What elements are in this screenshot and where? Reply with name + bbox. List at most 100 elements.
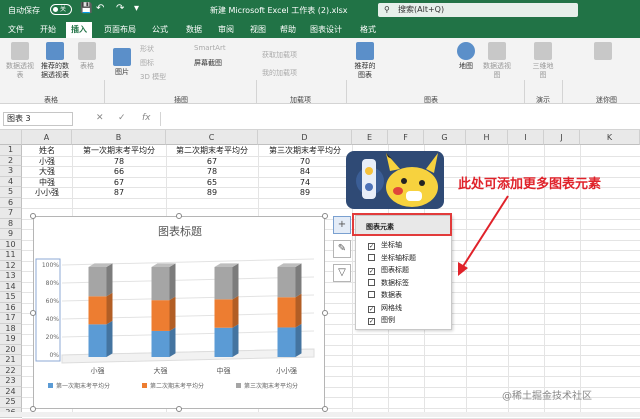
shapes-button[interactable]: 形状 [140, 44, 154, 54]
row-header-6[interactable]: 6 [0, 197, 22, 208]
column-header-d[interactable]: D [258, 130, 352, 145]
chart-styles-button[interactable]: ✎ [333, 240, 351, 258]
save-icon[interactable]: 💾 [80, 3, 92, 14]
dropdown-icon[interactable]: ▾ [134, 3, 139, 14]
tab-insert[interactable]: 插入 [66, 22, 92, 38]
header-cell[interactable]: 第二次期末考平均分 [166, 145, 258, 156]
chart-element-option[interactable]: ✓ 网格线 [368, 303, 402, 313]
row-header-17[interactable]: 17 [0, 313, 22, 324]
picture-button[interactable]: 图片 [110, 48, 134, 77]
chart-filters-button[interactable]: ▽ [333, 264, 351, 282]
row-header-3[interactable]: 3 [0, 166, 22, 177]
data-cell[interactable]: 66 [72, 166, 166, 177]
chart-element-option[interactable]: 数据表 [368, 290, 402, 300]
data-cell[interactable]: 78 [166, 166, 258, 177]
column-header-h[interactable]: H [466, 130, 508, 145]
column-header-f[interactable]: F [388, 130, 424, 145]
data-cell[interactable]: 84 [258, 166, 352, 177]
checkbox-checked-icon[interactable]: ✓ [368, 305, 375, 313]
tab-file[interactable]: 文件 [8, 24, 24, 35]
select-all-corner[interactable] [0, 130, 22, 145]
checkbox-checked-icon[interactable]: ✓ [368, 318, 375, 325]
tab-format[interactable]: 格式 [360, 24, 376, 35]
redo-icon[interactable]: ↷ [116, 3, 124, 14]
tab-data[interactable]: 数据 [186, 24, 202, 35]
my-addins-button[interactable]: 我的加载项 [262, 68, 297, 78]
column-header-e[interactable]: E [352, 130, 388, 145]
formula-input[interactable] [160, 112, 638, 126]
column-header-g[interactable]: G [424, 130, 466, 145]
tab-view[interactable]: 视图 [250, 24, 266, 35]
column-header-i[interactable]: I [508, 130, 544, 145]
checkbox-icon[interactable] [368, 253, 375, 261]
checkbox-checked-icon[interactable]: ✓ [368, 268, 375, 275]
data-cell[interactable]: 大强 [22, 166, 72, 177]
row-header-2[interactable]: 2 [0, 155, 22, 166]
map-button[interactable]: 地图 [454, 42, 478, 71]
row-header-10[interactable]: 10 [0, 239, 22, 250]
data-cell[interactable]: 89 [258, 187, 352, 198]
3d-models-button[interactable]: 3D 模型 [140, 72, 166, 82]
undo-icon[interactable]: ↶ [96, 3, 104, 14]
data-cell[interactable]: 67 [72, 177, 166, 188]
column-header-c[interactable]: C [166, 130, 258, 145]
chart-object[interactable]: 图表标题 0% 20% 40% 60% 80% 100% 小强 大强 中强 小小强 第一次期末考平均… [33, 216, 325, 409]
data-cell[interactable]: 67 [166, 156, 258, 167]
row-header-1[interactable]: 1 [0, 145, 22, 156]
row-header-5[interactable]: 5 [0, 187, 22, 198]
column-header-k[interactable]: K [580, 130, 640, 145]
tab-help[interactable]: 帮助 [280, 24, 296, 35]
autosave-toggle[interactable]: 关 [50, 4, 72, 15]
row-header-16[interactable]: 16 [0, 302, 22, 313]
smartart-button[interactable]: SmartArt [194, 44, 226, 52]
chart-elements-button[interactable]: + [333, 216, 351, 234]
row-header-18[interactable]: 18 [0, 323, 22, 334]
column-header-a[interactable]: A [22, 130, 72, 145]
row-header-20[interactable]: 20 [0, 344, 22, 355]
row-header-9[interactable]: 9 [0, 229, 22, 240]
chart-element-option[interactable]: ✓ 图例 [368, 315, 395, 325]
row-header-4[interactable]: 4 [0, 176, 22, 187]
row-header-11[interactable]: 11 [0, 250, 22, 261]
row-header-19[interactable]: 19 [0, 334, 22, 345]
checkbox-icon[interactable] [368, 278, 375, 286]
resize-handle[interactable] [322, 213, 328, 219]
tab-chart-design[interactable]: 图表设计 [310, 24, 342, 35]
data-cell[interactable]: 70 [258, 156, 352, 167]
checkbox-checked-icon[interactable]: ✓ [368, 243, 375, 250]
chart-element-option[interactable]: ✓ 图表标题 [368, 265, 409, 275]
row-header-15[interactable]: 15 [0, 292, 22, 303]
row-header-7[interactable]: 7 [0, 208, 22, 219]
name-box[interactable]: 图表 3 [3, 112, 73, 126]
chart-element-option[interactable]: ✓ 坐标轴 [368, 240, 402, 250]
chart-element-option[interactable]: 坐标轴标题 [368, 253, 416, 263]
row-header-22[interactable]: 22 [0, 365, 22, 376]
3d-map-button[interactable]: 三维地图 [530, 42, 556, 80]
enter-icon[interactable]: ✓ [118, 113, 126, 123]
data-cell[interactable]: 87 [72, 187, 166, 198]
data-cell[interactable]: 89 [166, 187, 258, 198]
row-header-23[interactable]: 23 [0, 376, 22, 387]
row-header-21[interactable]: 21 [0, 355, 22, 366]
row-header-8[interactable]: 8 [0, 218, 22, 229]
row-header-25[interactable]: 25 [0, 397, 22, 408]
header-cell[interactable]: 第三次期末考平均分 [258, 145, 352, 156]
checkbox-icon[interactable] [368, 291, 375, 298]
tab-page-layout[interactable]: 页面布局 [104, 24, 136, 35]
sparklines-button[interactable] [590, 42, 616, 62]
recommended-pivot-button[interactable]: 推荐的数据透视表 [38, 42, 72, 80]
resize-handle[interactable] [30, 213, 36, 219]
header-cell[interactable]: 姓名 [22, 145, 72, 156]
data-cell[interactable]: 74 [258, 177, 352, 188]
data-cell[interactable]: 小强 [22, 156, 72, 167]
column-header-b[interactable]: B [72, 130, 166, 145]
pivot-table-button[interactable]: 数据透视表 [4, 42, 36, 80]
header-cell[interactable]: 第一次期末考平均分 [72, 145, 166, 156]
table-button[interactable]: 表格 [76, 42, 98, 71]
tab-review[interactable]: 审阅 [218, 24, 234, 35]
icons-button[interactable]: 图标 [140, 58, 154, 68]
row-header-24[interactable]: 24 [0, 386, 22, 397]
cancel-icon[interactable]: ✕ [96, 113, 104, 123]
data-cell[interactable]: 中强 [22, 177, 72, 188]
row-header-14[interactable]: 14 [0, 281, 22, 292]
